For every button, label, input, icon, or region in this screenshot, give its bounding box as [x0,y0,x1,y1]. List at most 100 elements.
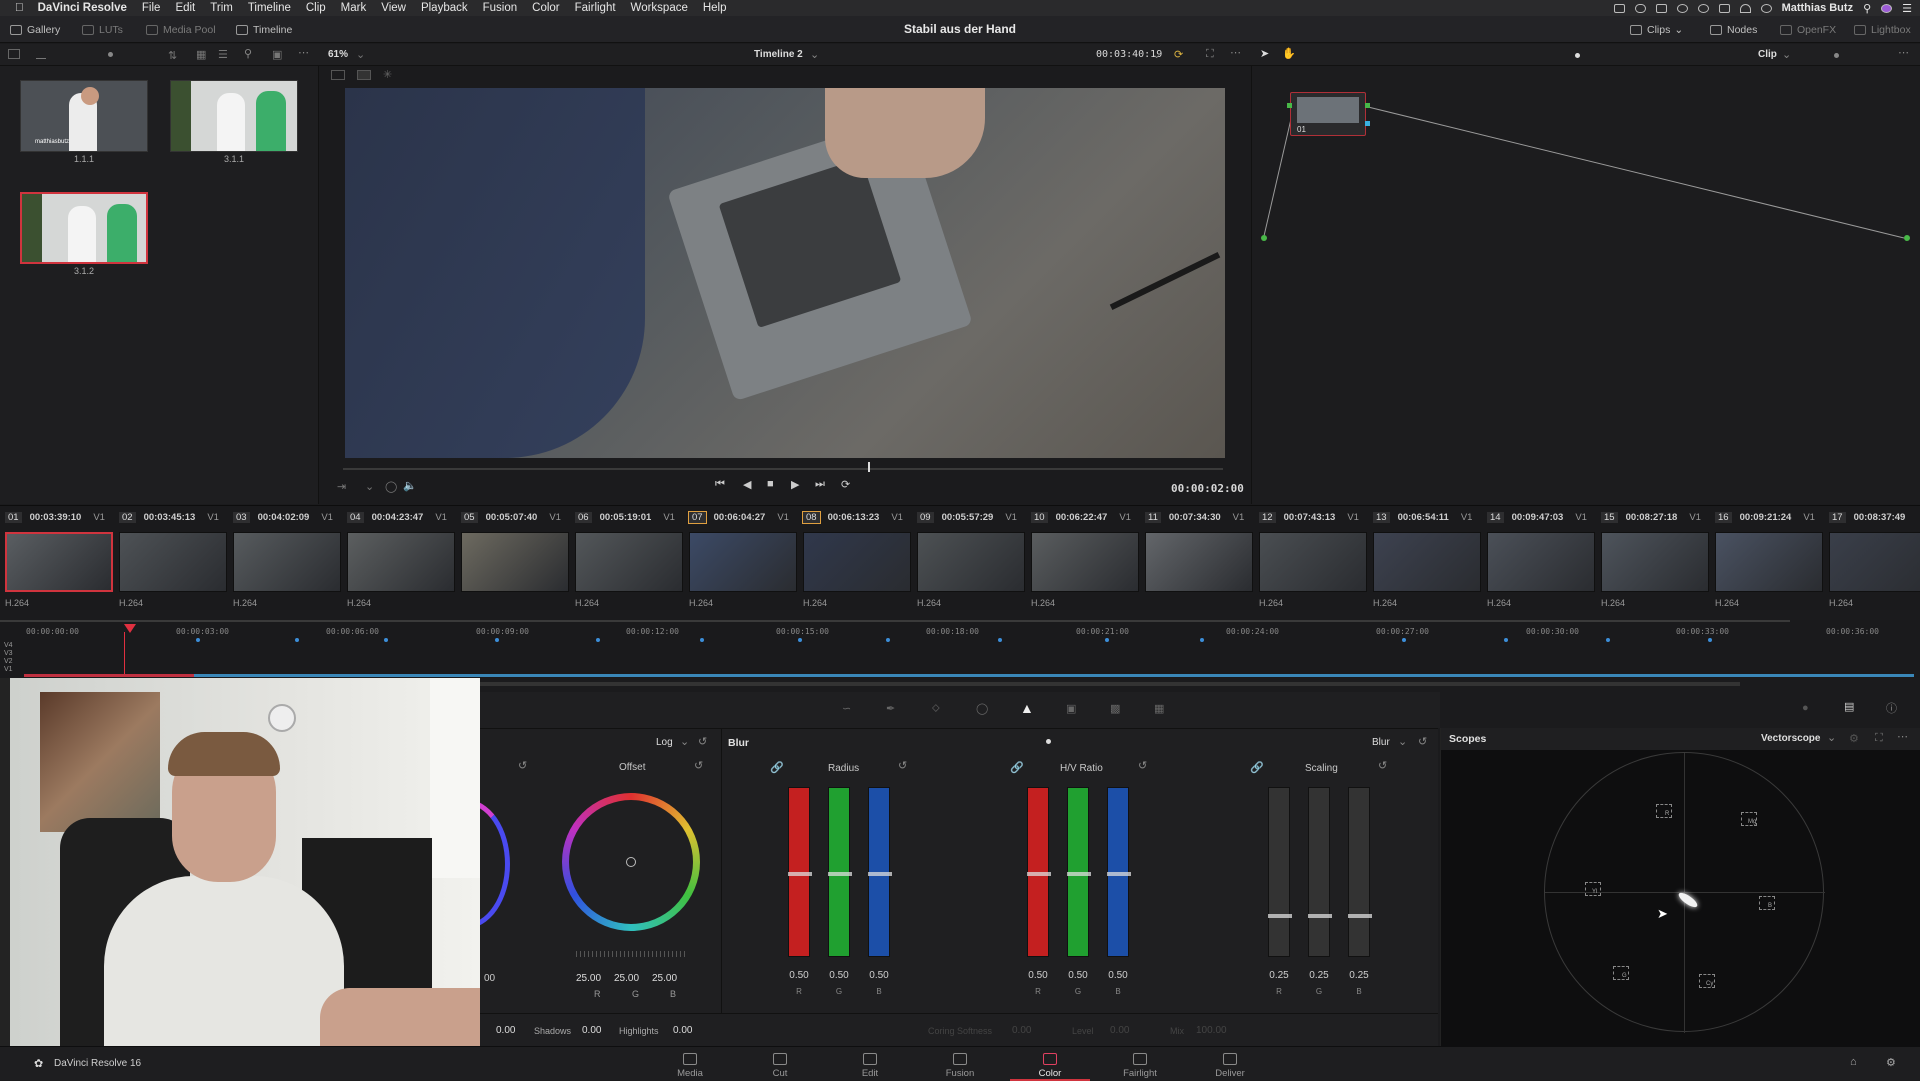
clips-button[interactable]: Clips ⌄ [1630,21,1683,38]
menu-list-icon[interactable]: ☰ [1902,2,1912,15]
wifi-icon[interactable] [1739,3,1751,13]
clip-thumbnail[interactable] [233,532,341,592]
offset-color-wheel[interactable] [562,793,700,931]
page-tab-deliver[interactable]: Deliver [1190,1047,1270,1081]
menu-file[interactable]: File [142,2,161,14]
clip-thumbnail[interactable] [5,532,113,592]
cloud-icon[interactable] [1634,3,1646,13]
chevron-down-icon[interactable]: ⌄ [1827,731,1836,744]
speaker-icon[interactable]: 🔈 [403,479,417,492]
menu-help[interactable]: Help [703,2,727,14]
timeline-hscroll[interactable] [480,682,1740,686]
offset-value-g[interactable]: 25.00 [614,973,639,984]
clip-thumbnail[interactable] [917,532,1025,592]
page-tab-cut[interactable]: Cut [740,1047,820,1081]
user-name[interactable]: Matthias Butz [1782,2,1854,14]
split-screen-icon[interactable] [357,70,371,80]
panel-toggle-icon[interactable] [8,49,20,59]
loop-icon[interactable]: ⟳ [1174,48,1183,61]
sizing-icon[interactable]: ▩ [1110,702,1120,715]
hv-g-slider[interactable] [1067,787,1091,957]
hand-icon[interactable]: ✋ [1282,47,1296,60]
timeline-marker[interactable] [998,638,1002,642]
zoom-level[interactable]: 61% [328,49,348,60]
mini-timeline[interactable]: 00:00:00:00 00:00:03:00 00:00:06:00 00:00:0… [0,620,1920,686]
3d-icon[interactable]: ▦ [1154,702,1164,715]
chevron-down-icon[interactable]: ⌄ [680,735,689,748]
stop-icon[interactable]: ■ [767,478,774,490]
clip-thumbnail[interactable] [461,532,569,592]
offset-value-b[interactable]: 25.00 [652,973,677,984]
link-icon[interactable]: 🔗 [1250,761,1264,774]
reverse-play-icon[interactable]: ◀ [743,478,751,491]
contrast-value[interactable]: 0.00 [496,1025,515,1036]
clock-icon[interactable] [1760,3,1772,13]
viewer-current-timecode[interactable]: 00:00:02:00 [1171,482,1244,495]
reset-icon[interactable]: ↺ [698,735,707,748]
chevron-down-icon[interactable]: ⌄ [365,480,374,493]
blur-mode-select[interactable]: Blur [1372,737,1390,748]
menu-timeline[interactable]: Timeline [248,2,291,14]
timeline-marker[interactable] [495,638,499,642]
hv-r-slider[interactable] [1027,787,1051,957]
pointer-icon[interactable]: ➤ [1260,47,1269,60]
scaling-r-slider[interactable] [1268,787,1292,957]
clip-thumbnail[interactable] [1031,532,1139,592]
page-tab-fusion[interactable]: Fusion [920,1047,1000,1081]
expand-icon[interactable]: ⛶ [1875,732,1883,745]
list-view-icon[interactable]: ☰ [218,48,228,61]
reset-icon[interactable]: ↺ [1418,735,1427,748]
menu-trim[interactable]: Trim [210,2,233,14]
hv-value-r[interactable]: 0.50 [1023,970,1053,981]
qualifier-icon[interactable]: ✒ [886,702,895,715]
coring-softness-value[interactable]: 0.00 [1012,1025,1031,1036]
timeline-marker[interactable] [1606,638,1610,642]
node-output[interactable] [1365,103,1370,108]
menu-fusion[interactable]: Fusion [483,2,518,14]
reset-icon[interactable]: ↺ [694,759,703,772]
timeline-marker[interactable] [384,638,388,642]
gallery-still[interactable] [170,80,298,152]
hv-value-g[interactable]: 0.50 [1063,970,1093,981]
timeline-marker[interactable] [798,638,802,642]
timeline-scrollbar[interactable] [0,620,1790,622]
scaling-value-r[interactable]: 0.25 [1264,970,1294,981]
corrector-node[interactable]: 01 [1287,92,1370,136]
bypass-icon[interactable]: ◯ [385,480,397,493]
scaling-b-slider[interactable] [1348,787,1372,957]
timeline-marker[interactable] [1402,638,1406,642]
clip-thumbnail[interactable] [1601,532,1709,592]
timeline-marker[interactable] [700,638,704,642]
chevron-down-icon[interactable]: ⌄ [356,48,365,61]
more-options-icon[interactable]: ⋯ [298,46,309,59]
menu-mark[interactable]: Mark [341,2,367,14]
offset-value-r[interactable]: 25.00 [576,973,601,984]
menu-edit[interactable]: Edit [175,2,195,14]
menu-fairlight[interactable]: Fairlight [575,2,616,14]
clip-thumbnail[interactable] [1829,532,1920,592]
chevron-down-icon[interactable]: ⌄ [1782,48,1791,61]
go-to-start-icon[interactable]: ⏮ [715,478,725,491]
scaling-value-g[interactable]: 0.25 [1304,970,1334,981]
menu-workspace[interactable]: Workspace [631,2,688,14]
trim-icon[interactable]: ⇥ [337,480,346,493]
media-pool-button[interactable]: Media Pool [146,21,216,38]
radius-value-r[interactable]: 0.50 [784,970,814,981]
key-icon[interactable]: ▣ [1066,702,1076,715]
grid-view-icon[interactable]: ▦ [196,48,206,61]
link-icon[interactable]: 🔗 [770,761,784,774]
viewer-scrubber[interactable] [343,468,1223,470]
clip-thumbnail[interactable] [803,532,911,592]
gear-icon[interactable]: ⚙ [1886,1056,1896,1069]
clip-thumbnail[interactable] [575,532,683,592]
viewer-mode-icon[interactable] [331,70,345,80]
scope-type-select[interactable]: Vectorscope [1761,733,1820,744]
node-editor[interactable]: 01 [1252,66,1920,504]
node-mode-select[interactable]: Clip [1758,49,1777,60]
blur-icon[interactable]: ▲ [1020,700,1034,716]
link-icon[interactable]: 🔗 [1010,761,1024,774]
openfx-button[interactable]: OpenFX [1780,21,1836,38]
bluetooth-icon[interactable] [1718,3,1730,13]
search-icon[interactable]: ⚲ [1863,2,1871,15]
timeline-marker[interactable] [196,638,200,642]
